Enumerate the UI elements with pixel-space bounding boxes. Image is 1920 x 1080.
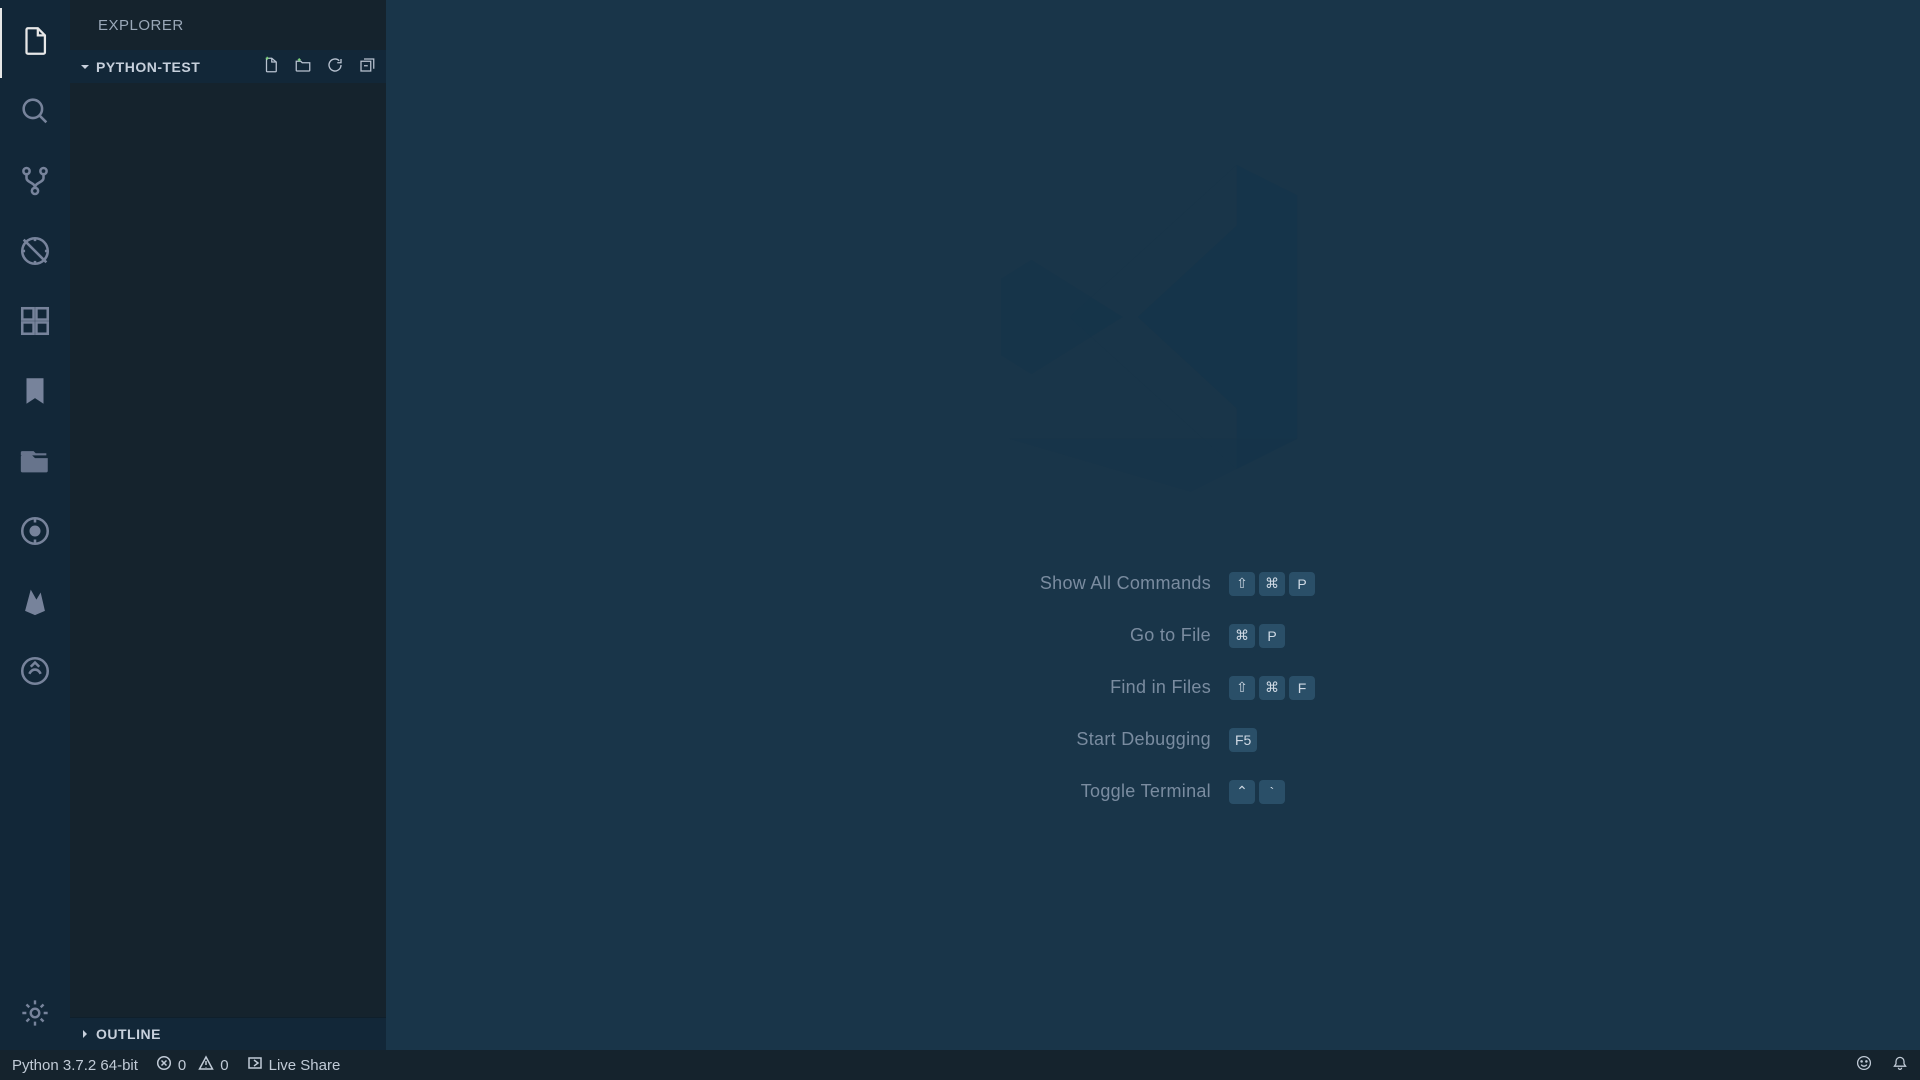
activity-firebase[interactable] — [0, 568, 70, 638]
key: ⇧ — [1229, 676, 1255, 700]
warning-count: 0 — [220, 1057, 228, 1074]
outline-label: OUTLINE — [96, 1026, 161, 1042]
cmd-label: Go to File — [991, 625, 1211, 646]
welcome-commands: Show All Commands ⇧ ⌘ P Go to File ⌘ P F — [991, 572, 1315, 804]
sidebar-title: EXPLORER — [70, 0, 386, 50]
activity-project[interactable] — [0, 428, 70, 498]
file-tree[interactable] — [70, 83, 386, 1017]
activity-search[interactable] — [0, 78, 70, 148]
activity-gitlens[interactable] — [0, 498, 70, 568]
key: ` — [1259, 780, 1285, 804]
key: ⌘ — [1259, 676, 1285, 700]
collapse-all-button[interactable] — [358, 56, 376, 77]
activity-explorer[interactable] — [0, 8, 70, 78]
gitlens-icon — [18, 514, 52, 553]
cmd-label: Show All Commands — [991, 573, 1211, 594]
activity-settings[interactable] — [0, 980, 70, 1050]
folder-multiple-icon — [18, 444, 52, 483]
warning-icon — [198, 1055, 214, 1075]
folder-header[interactable]: PYTHON-TEST — [70, 50, 386, 83]
liveshare-icon — [247, 1055, 263, 1075]
activity-bar — [0, 0, 70, 1050]
cmd-label: Find in Files — [991, 677, 1211, 698]
bell-icon — [1892, 1055, 1908, 1075]
folder-actions — [262, 56, 376, 77]
activity-extensions[interactable] — [0, 288, 70, 358]
share-icon — [18, 654, 52, 693]
editor-area: Show All Commands ⇧ ⌘ P Go to File ⌘ P F — [386, 0, 1920, 1050]
status-liveshare[interactable]: Live Share — [247, 1055, 341, 1075]
cmd-find-in-files: Find in Files ⇧ ⌘ F — [991, 676, 1315, 700]
key: P — [1259, 624, 1285, 648]
key: ⌘ — [1229, 624, 1255, 648]
folder-name: PYTHON-TEST — [96, 59, 256, 75]
cmd-label: Start Debugging — [991, 729, 1211, 750]
search-icon — [18, 94, 52, 133]
refresh-button[interactable] — [326, 56, 344, 77]
status-bar: Python 3.7.2 64-bit 0 0 Live Share — [0, 1050, 1920, 1080]
status-problems[interactable]: 0 0 — [156, 1055, 229, 1075]
status-python-interpreter[interactable]: Python 3.7.2 64-bit — [12, 1057, 138, 1074]
chevron-down-icon — [80, 62, 90, 72]
chevron-right-icon — [80, 1026, 90, 1042]
error-icon — [156, 1055, 172, 1075]
new-file-button[interactable] — [262, 56, 280, 77]
activity-debug[interactable] — [0, 218, 70, 288]
extensions-icon — [18, 304, 52, 343]
cmd-start-debugging: Start Debugging F5 — [991, 728, 1315, 752]
git-branch-icon — [18, 164, 52, 203]
key: F — [1289, 676, 1315, 700]
key: ⌃ — [1229, 780, 1255, 804]
cmd-go-to-file: Go to File ⌘ P — [991, 624, 1315, 648]
activity-bookmarks[interactable] — [0, 358, 70, 428]
debug-icon — [18, 234, 52, 273]
outline-header[interactable]: OUTLINE — [70, 1017, 386, 1050]
key: ⌘ — [1259, 572, 1285, 596]
cmd-toggle-terminal: Toggle Terminal ⌃ ` — [991, 780, 1315, 804]
sidebar: EXPLORER PYTHON-TEST — [70, 0, 386, 1050]
main-layout: EXPLORER PYTHON-TEST — [0, 0, 1920, 1050]
bookmark-icon — [18, 374, 52, 413]
error-count: 0 — [178, 1057, 186, 1074]
gear-icon — [19, 997, 51, 1034]
status-feedback[interactable] — [1856, 1055, 1872, 1075]
activity-liveshare[interactable] — [0, 638, 70, 708]
firebase-icon — [18, 584, 52, 623]
cmd-label: Toggle Terminal — [991, 781, 1211, 802]
welcome-panel: Show All Commands ⇧ ⌘ P Go to File ⌘ P F — [963, 127, 1343, 804]
status-python-label: Python 3.7.2 64-bit — [12, 1057, 138, 1074]
smiley-icon — [1856, 1055, 1872, 1075]
key: ⇧ — [1229, 572, 1255, 596]
key: P — [1289, 572, 1315, 596]
activity-source-control[interactable] — [0, 148, 70, 218]
vscode-logo — [963, 127, 1343, 512]
cmd-show-all-commands: Show All Commands ⇧ ⌘ P — [991, 572, 1315, 596]
key: F5 — [1229, 728, 1257, 752]
new-folder-button[interactable] — [294, 56, 312, 77]
liveshare-label: Live Share — [269, 1057, 341, 1074]
status-notifications[interactable] — [1892, 1055, 1908, 1075]
files-icon — [18, 24, 52, 63]
